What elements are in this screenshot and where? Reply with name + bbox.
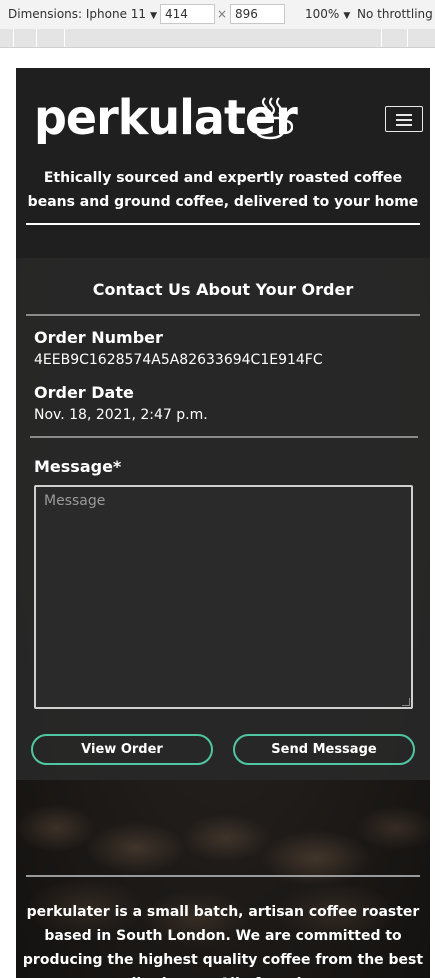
hamburger-line [396,119,412,121]
device-select-label: Dimensions: Iphone 11 [8,7,147,21]
title-divider [26,314,420,316]
viewport-width-input[interactable]: 414 [160,4,215,24]
media-query-ruler [0,29,435,47]
zoom-select-label: 100% [305,7,340,21]
site-tagline: Ethically sourced and expertly roasted c… [27,170,419,210]
site-header: perkulater Ethically sourced and expertl… [16,68,430,258]
hamburger-line [396,124,412,126]
message-textarea[interactable]: Message [34,485,413,709]
order-number-label: Order Number [34,328,163,347]
ruler-tick [64,29,65,47]
device-select[interactable]: Dimensions: Iphone 11 ▼ [8,7,157,21]
ruler-tick [36,29,37,47]
hamburger-icon[interactable] [385,106,423,132]
dimension-separator: × [217,7,228,21]
message-label: Message* [34,457,122,476]
throttle-select[interactable]: No throttling [357,7,433,21]
footer-divider [26,875,420,877]
header-divider [26,223,420,225]
zoom-select[interactable]: 100% ▼ [305,7,350,21]
view-order-button[interactable]: View Order [31,734,213,765]
mobile-viewport: perkulater Ethically sourced and expertl… [16,68,430,978]
coffee-cup-icon [254,97,293,140]
order-date-label: Order Date [34,383,134,402]
chevron-down-icon: ▼ [343,11,351,21]
ruler-tick [13,29,14,47]
ruler-tick [407,29,408,47]
hamburger-line [396,114,412,116]
page-title: Contact Us About Your Order [92,280,354,299]
details-divider [30,436,418,438]
devtools-device-bar: Dimensions: Iphone 11 ▼ 414 × 896 100% ▼ N… [0,0,435,29]
order-number-value: 4EEB9C1628574A5A82633694C1E914FC [34,352,323,368]
viewport-height-input[interactable]: 896 [230,4,285,24]
contact-order-panel: Contact Us About Your Order Order Number… [16,258,430,780]
ruler-tick [381,29,382,47]
resize-handle-icon[interactable] [402,698,410,706]
message-placeholder: Message [44,493,106,509]
send-message-button[interactable]: Send Message [233,734,415,765]
devtools-toolbar: Dimensions: Iphone 11 ▼ 414 × 896 100% ▼ N… [0,0,435,48]
chevron-down-icon: ▼ [150,11,157,21]
footer-about-text: perkulater is a small batch, artisan cof… [22,904,424,978]
order-date-value: Nov. 18, 2021, 2:47 p.m. [34,407,208,423]
